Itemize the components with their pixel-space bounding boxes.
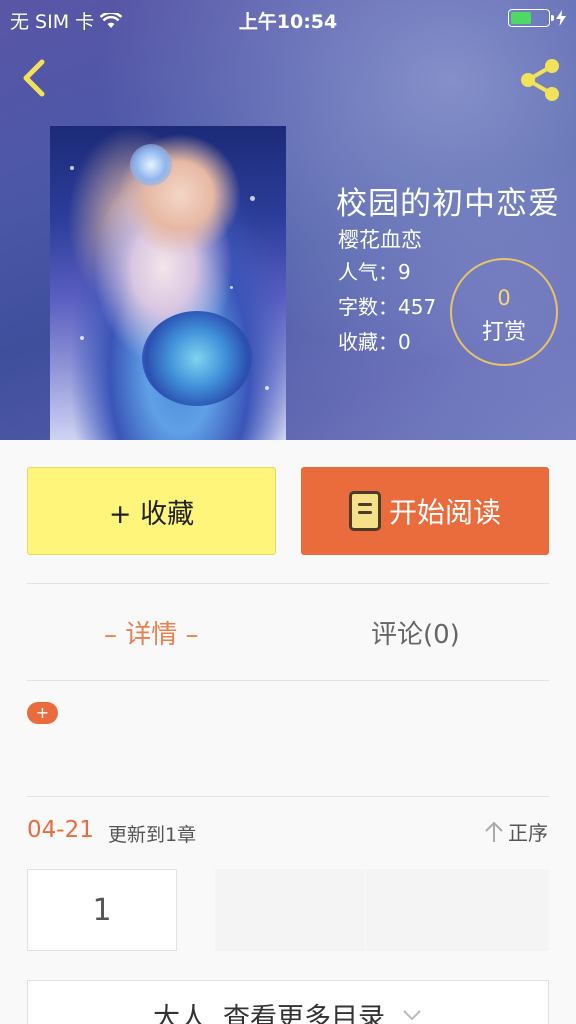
add-favorite-label: + 收藏	[108, 498, 195, 530]
chapter-item[interactable]: 1	[27, 869, 177, 951]
cover-sparkle	[250, 196, 255, 201]
back-button[interactable]	[18, 56, 54, 100]
sort-order-button[interactable]: 正序	[484, 817, 548, 846]
share-icon	[521, 59, 559, 101]
tip-button[interactable]: 0 打赏	[450, 258, 558, 366]
start-reading-label: 开始阅读	[388, 496, 501, 529]
book-icon	[348, 491, 381, 531]
update-text: 更新到1章	[108, 824, 197, 846]
update-date: 04-21	[27, 817, 94, 843]
cover-flower-decoration	[142, 311, 252, 406]
tab-detail[interactable]: – 详情 –	[104, 614, 199, 651]
word-count-stat: 字数：457	[338, 295, 437, 319]
status-bar: 无 SIM 卡 上午10:54	[0, 0, 576, 38]
book-title: 校园的初中恋爱	[336, 186, 560, 222]
battery-level	[511, 12, 531, 24]
charging-icon	[556, 10, 566, 26]
popularity-stat: 人气：9	[338, 260, 411, 284]
divider	[27, 680, 549, 681]
share-button[interactable]	[516, 56, 564, 104]
sort-arrow-icon	[485, 821, 503, 842]
start-reading-button[interactable]: 开始阅读	[301, 467, 549, 555]
add-favorite-button[interactable]: + 收藏	[27, 467, 276, 555]
divider	[27, 583, 549, 584]
more-chapters-label: 查看更多目录	[223, 1002, 385, 1024]
cover-sparkle	[80, 336, 84, 340]
back-arrow-icon	[23, 59, 45, 97]
tip-count: 0	[497, 286, 511, 310]
book-author[interactable]: 樱花血恋	[338, 224, 422, 254]
book-header: 无 SIM 卡 上午10:54 校园的初中恋爱 樱花血恋 人气：9 字数：457…	[0, 0, 576, 440]
status-time: 上午10:54	[238, 11, 338, 33]
more-prefix-label: 大人	[153, 1002, 207, 1024]
cover-sparkle	[230, 286, 233, 289]
status-right	[508, 9, 566, 27]
chapter-placeholder	[366, 869, 549, 951]
book-cover-image[interactable]	[50, 126, 286, 440]
tab-comments[interactable]: 评论(0)	[371, 614, 460, 651]
cover-sparkle	[265, 386, 269, 390]
chevron-down-icon	[403, 1010, 421, 1021]
sort-order-label: 正序	[508, 821, 548, 845]
add-tag-button[interactable]: +	[27, 702, 58, 724]
view-more-chapters-button[interactable]: 大人 查看更多目录	[27, 980, 549, 1024]
cover-hair-flower	[130, 144, 172, 186]
chapter-placeholder	[215, 869, 365, 951]
tip-label: 打赏	[481, 320, 526, 345]
favorites-stat: 收藏：0	[338, 330, 411, 354]
battery-icon	[508, 9, 554, 27]
divider	[27, 796, 549, 797]
cover-sparkle	[70, 166, 74, 170]
